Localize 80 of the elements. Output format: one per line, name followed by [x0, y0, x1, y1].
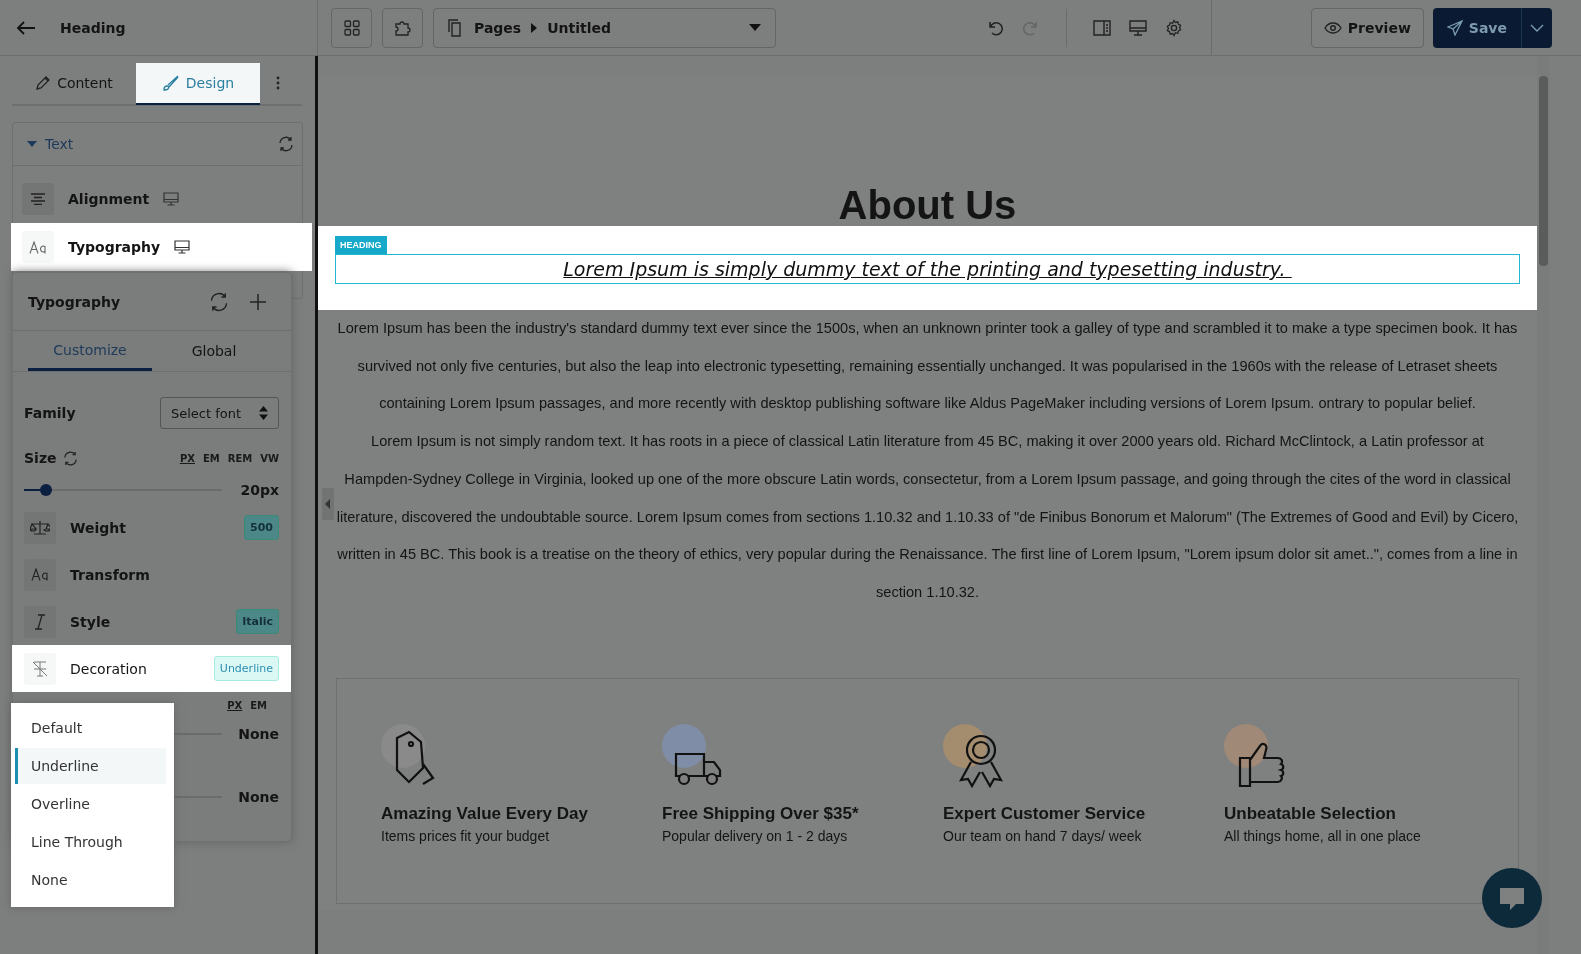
property-row[interactable]: Weight 500 [13, 504, 291, 551]
desktop-icon[interactable] [174, 240, 191, 254]
unit-option[interactable]: PX [227, 700, 243, 711]
menu-item[interactable]: Overline [11, 786, 166, 822]
property-row[interactable]: Decoration Underline [12, 645, 291, 692]
puzzle-button[interactable] [382, 7, 423, 48]
back-arrow-icon[interactable] [16, 19, 36, 36]
setting-row[interactable]: Alignment [13, 175, 302, 223]
value-reading: None [238, 789, 279, 805]
unit-option[interactable]: VW [260, 452, 279, 464]
popover-title: Typography [28, 293, 121, 310]
font-icon [31, 568, 49, 581]
menu-item[interactable]: None [11, 862, 166, 898]
popover-tab[interactable]: Customize [28, 331, 152, 371]
menu-item[interactable]: Default [11, 710, 166, 746]
paper-plane-icon [1446, 19, 1463, 36]
heading-block[interactable]: Lorem Ipsum is simply dummy text of the printing and typesetting industry. [335, 254, 1520, 284]
eye-icon [1323, 21, 1342, 34]
caret-icon [1530, 23, 1544, 32]
collapse-handle-icon[interactable] [322, 488, 334, 520]
collapse-caret-icon[interactable] [27, 141, 37, 147]
heading-text: Lorem Ipsum is simply dummy text of the printing and typesetting industry. [563, 258, 1287, 280]
unit-option[interactable]: EM [250, 700, 267, 711]
puzzle-icon [393, 18, 412, 37]
more-options-icon[interactable] [276, 76, 280, 90]
chevron-icon [531, 22, 538, 33]
unit-option[interactable]: REM [227, 452, 253, 464]
feature-title: Unbeatable Selection [1224, 803, 1397, 824]
font-icon [29, 240, 47, 254]
unit-option[interactable]: PX [179, 452, 195, 464]
size-value: 20px [240, 482, 279, 498]
value-badge: Italic [236, 609, 279, 634]
value-reading: None [238, 726, 279, 742]
feature-text: All things home, all in one place [1224, 827, 1422, 844]
unit-option[interactable]: EM [202, 452, 220, 464]
chat-icon[interactable] [1482, 868, 1542, 928]
blocks-button[interactable] [331, 7, 372, 48]
value-badge: Underline [213, 656, 279, 681]
font-select[interactable]: Select font [160, 397, 279, 429]
panel-tab[interactable]: Design [136, 63, 260, 105]
body-paragraph: Lorem Ipsum is not simply random text. It has roots in a piece of classical Latin literature from 45 BC, making it over 2000 years old. Richard McClintock, a Latin professor at Hampden-Sydney College in Virginia, looked up one of the more obscure Latin words, consectetur, from a Lorem Ipsum passage, and going through the cites of the word in classical literature, discovered the undoubtable source. Lorem Ipsum comes from sections 1.10.32 and 1.10.33 of "de Finibus Bonorum et Malorum" (The Extremes of Good and Evil) by Cicero, written in 45 BC. This book is a treatise on the theory of ethics, very popular during the Renaissance. The first line of Lorem Ipsum, "Lorem ipsum dolor sit amet..", comes from a line in section 1.10.32. [336, 432, 1519, 602]
page-selector[interactable]: Pages Untitled [433, 7, 776, 48]
feature-title: Free Shipping Over $35* [662, 803, 860, 824]
section-title[interactable]: Text [45, 136, 74, 152]
value-badge: 500 [244, 515, 279, 540]
feature-text: Items prices fit your budget [381, 827, 551, 844]
feature-text: Popular delivery on 1 - 2 days [662, 827, 849, 844]
sort-arrows-icon [259, 406, 268, 420]
reset-icon[interactable] [209, 291, 229, 312]
settings-icon[interactable] [1164, 18, 1183, 37]
setting-row[interactable]: Typography [11, 223, 312, 271]
caret-icon [749, 24, 761, 31]
menu-item[interactable]: Underline [15, 748, 166, 784]
body-paragraph: Lorem Ipsum has been the industry's standard dummy text ever since the 1500s, when an unknown printer took a galley of type and scrambled it to make a type specimen book. It has survived not only five centuries, but also the leap into electronic typesetting, remaining essentially unchanged. It was popularised in the 1960s with the release of Letraset sheets containing Lorem Ipsum passages, and more recently with desktop publishing software like Aldus PageMaker including versions of Lorem Ipsum. ontrary to popular belief. [336, 319, 1519, 414]
reset-icon[interactable] [278, 136, 294, 152]
feature-title: Amazing Value Every Day [381, 803, 589, 824]
family-label: Family [24, 405, 76, 421]
feature-text: Our team on hand 7 days/ week [943, 827, 1143, 844]
align-center-icon [31, 193, 45, 205]
pages-icon [448, 18, 464, 37]
page-title: About Us [838, 184, 1017, 226]
property-row[interactable]: Transform [13, 551, 291, 598]
grid-icon [343, 19, 360, 36]
brush-icon [161, 74, 180, 92]
feature-title: Expert Customer Service [943, 803, 1147, 824]
popover-tab[interactable]: Global [152, 331, 276, 371]
menu-item[interactable]: Line Through [11, 824, 166, 860]
property-row[interactable]: Style Italic [13, 598, 291, 645]
side-panel-icon[interactable] [1092, 19, 1111, 36]
reset-icon[interactable] [62, 450, 78, 466]
scale-icon [30, 519, 50, 536]
element-badge: HEADING [335, 236, 387, 254]
add-icon[interactable] [249, 292, 267, 311]
italic-icon [34, 613, 46, 630]
panel-title: Heading [60, 19, 126, 36]
pencil-icon [35, 75, 52, 91]
strikethrough-icon [32, 660, 48, 677]
panel-tab[interactable]: Content [12, 62, 136, 104]
preview-button[interactable]: Preview [1310, 7, 1424, 48]
size-label: Size [24, 450, 57, 466]
